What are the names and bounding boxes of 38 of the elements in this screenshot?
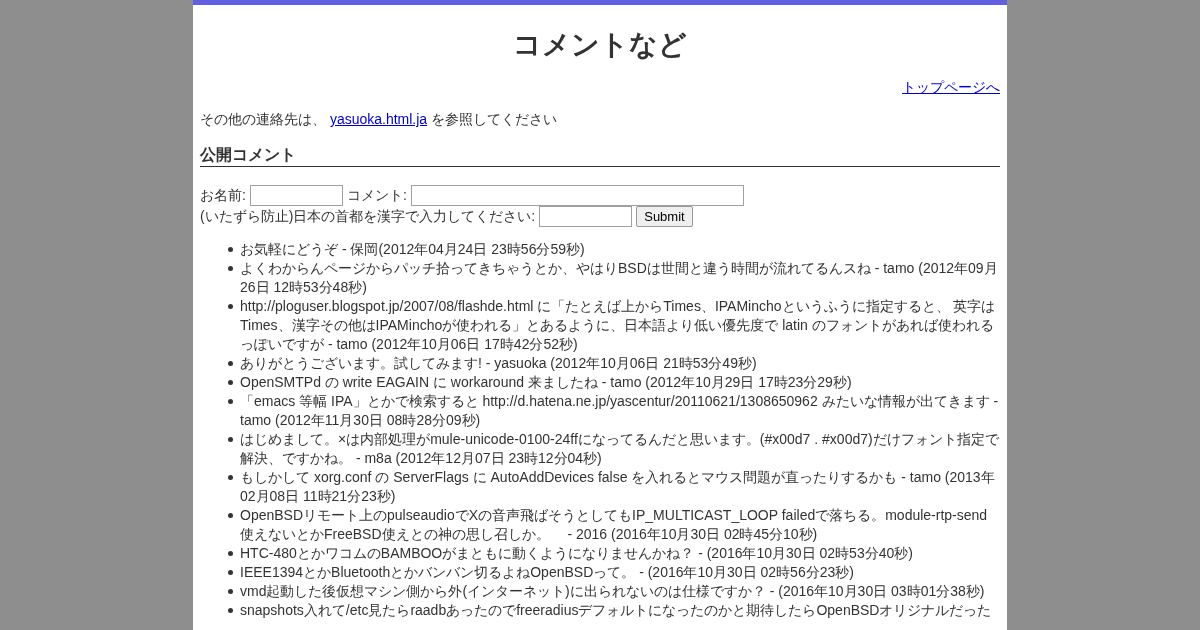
bullet-icon bbox=[228, 266, 233, 271]
bullet-icon bbox=[228, 304, 233, 309]
field-label: コメント: bbox=[346, 186, 407, 205]
bullet-icon bbox=[228, 589, 233, 594]
comment-text: もしかして xorg.conf の ServerFlags に AutoAddDevices false を入れるとマウス問題が直ったりするかも - tamo (2013年02月08日 11時21分23秒) bbox=[240, 468, 996, 506]
comment-text: HTC-480とかワコムのBAMBOOがまともに動くようになりませんかね？ - (2016年10月30日 02時53分40秒) bbox=[240, 544, 913, 563]
bullet-icon bbox=[228, 437, 233, 442]
text-field[interactable] bbox=[539, 206, 633, 227]
bullet-icon bbox=[228, 380, 233, 385]
comment-text: よくわからんページからパッチ拾ってきちゃうとか、やはりBSDは世間と違う時間が流れてるんスね - tamo (2012年09月26日 12時53分48秒) bbox=[240, 259, 999, 297]
comment-text: IEEE1394とかBluetoothとかバンバン切るよねOpenBSDって。 - (2016年10月30日 02時56分23秒) bbox=[240, 563, 854, 582]
bullet-icon bbox=[228, 361, 233, 366]
field-label: (いたずら防止)日本の首都を漢字で入力してください: bbox=[200, 207, 536, 226]
comment-field[interactable] bbox=[410, 185, 744, 206]
bullet-icon bbox=[228, 608, 233, 613]
comment-text: OpenSMTPd の write EAGAIN に workaround 来ましたね - tamo (2012年10月29日 17時23分29秒) bbox=[240, 373, 852, 392]
text-field[interactable] bbox=[249, 185, 343, 206]
contact-sentence: その他の連絡先は、 yasuoka.html.ja を参照してください bbox=[200, 110, 559, 129]
comment-text: OpenBSDリモート上のpulseaudioでXの音声飛ばそうとしてもIP_MULTICAST_LOOP failedで落ちる。module-rtp-send使えないとかFreeBSD使えとの神の思し召しか。 - 2016 (2016年10月30日 02時45分10秒) bbox=[240, 506, 989, 544]
comment-text: お気軽にどうぞ - 保岡(2012年04月24日 23時56分59秒) bbox=[240, 240, 585, 259]
field-label: お名前: bbox=[200, 186, 246, 205]
bullet-icon bbox=[228, 570, 233, 575]
comment-text: http://ploguser.blogspot.jp/2007/08/flashde.html に「たとえば上からTimes、IPAMinchoというふうに指定すると、 英字はTimes、漢字その他はIPAMinchoが使われる」とあるように、日本語より低い優先度で latin のフォントがあれば使われるっぽいですが - tamo (2012年10月06日 17時42分52秒) bbox=[240, 297, 997, 354]
bullet-icon bbox=[228, 551, 233, 556]
bullet-icon bbox=[228, 513, 233, 518]
page-title: コメントなど bbox=[512, 28, 688, 62]
comment-text: はじめまして。×は内部処理がmule-unicode-0100-24ffになってるんだと思います。(#x00d7 . #x00d7)だけフォント指定で解決、ですかね。 - m8a (2012年12月07日 23時12分04秒) bbox=[240, 430, 1000, 468]
top-page-link[interactable]: トップページへ bbox=[902, 78, 1000, 97]
comment-text: vmd起動した後仮想マシン側から外(インターネット)に出られないのは仕様ですか？ - (2016年10月30日 03時01分38秒) bbox=[240, 582, 985, 601]
comment-text: ありがとうございます。試してみます! - yasuoka (2012年10月06日 21時53分49秒) bbox=[240, 354, 757, 373]
comment-text: 「emacs 等幅 IPA」とかで検索すると http://d.hatena.ne.jp/yascentur/20110621/1308650962 みたいな情報が出てきます - tamo (2012年11月30日 08時28分09秒) bbox=[240, 392, 1000, 430]
bullet-icon bbox=[228, 475, 233, 480]
submit-button[interactable]: Submit bbox=[636, 206, 693, 227]
bullet-icon bbox=[228, 399, 233, 404]
section-heading: 公開コメント bbox=[200, 144, 1000, 167]
bullet-icon bbox=[228, 247, 233, 252]
comment-text: snapshots入れて/etc見たらraadbあったのでfreeradiusデフォルトになったのかと期待したらOpenBSDオリジナルだった bbox=[240, 601, 992, 620]
contact-link[interactable]: yasuoka.html.ja bbox=[329, 111, 428, 127]
